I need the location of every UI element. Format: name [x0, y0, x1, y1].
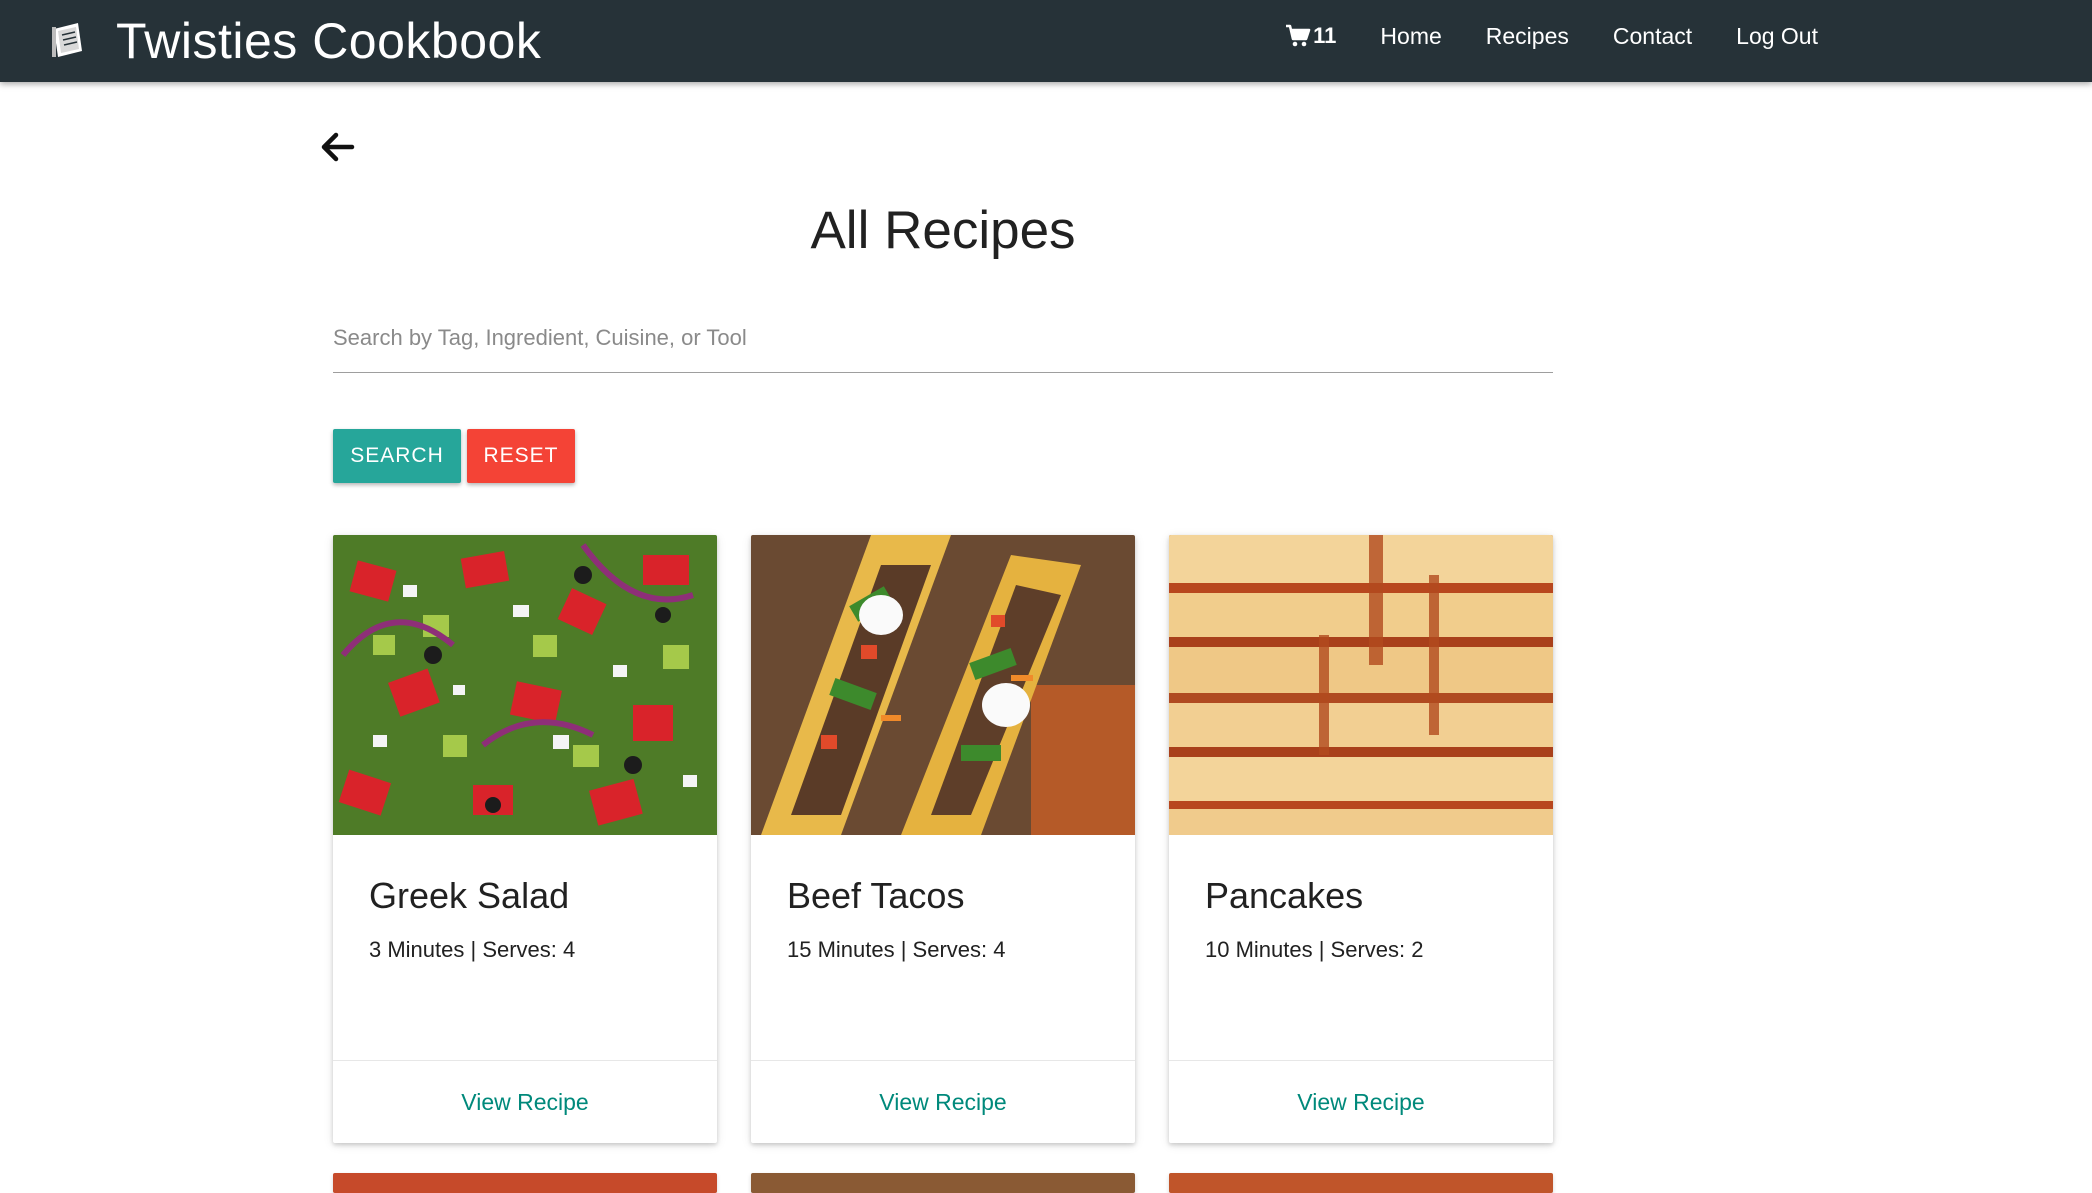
recipe-card-greek-salad: Greek Salad 3 Minutes | Serves: 4 View R…: [333, 535, 717, 1143]
recipe-title: Pancakes: [1205, 875, 1364, 916]
cart-count: 11: [1313, 23, 1337, 48]
cookbook-icon: [52, 23, 82, 57]
cart-button[interactable]: 11: [1285, 23, 1336, 49]
card-action: View Recipe: [751, 1060, 1135, 1143]
recipe-meta: 10 Minutes | Serves: 2: [1205, 937, 1424, 962]
card-action: View Recipe: [333, 1060, 717, 1143]
recipe-title: Beef Tacos: [787, 875, 965, 916]
page-title: All Recipes: [810, 201, 1076, 260]
recipe-card-beef-tacos: Beef Tacos 15 Minutes | Serves: 4 View R…: [751, 535, 1135, 1143]
brand[interactable]: Twisties Cookbook: [48, 8, 541, 74]
recipe-image: [751, 535, 1135, 835]
nav-link-contact[interactable]: Contact: [1613, 23, 1692, 50]
recipe-image: [333, 535, 717, 835]
nav-link-home[interactable]: Home: [1380, 23, 1441, 50]
search-button[interactable]: SEARCH: [333, 429, 461, 483]
nav-link-recipes[interactable]: Recipes: [1486, 23, 1569, 50]
reset-button[interactable]: RESET: [467, 429, 575, 483]
search-input[interactable]: [333, 316, 1553, 360]
recipe-title: Greek Salad: [369, 875, 570, 916]
nav-menu: 11 Home Recipes Contact Log Out: [1285, 0, 1818, 72]
recipe-meta: 15 Minutes | Serves: 4: [787, 937, 1006, 962]
recipe-meta: 3 Minutes | Serves: 4: [369, 937, 576, 962]
card-content: Greek Salad 3 Minutes | Serves: 4: [369, 875, 575, 963]
recipe-card-peek: [1169, 1173, 1553, 1193]
recipe-image: [1169, 535, 1553, 835]
card-content: Pancakes 10 Minutes | Serves: 2: [1205, 875, 1424, 963]
card-action: View Recipe: [1169, 1060, 1553, 1143]
brand-title: Twisties Cookbook: [116, 13, 542, 69]
view-recipe-link[interactable]: View Recipe: [879, 1089, 1006, 1116]
arrow-left-icon[interactable]: [318, 130, 358, 164]
view-recipe-link[interactable]: View Recipe: [461, 1089, 588, 1116]
recipe-card-peek: [751, 1173, 1135, 1193]
recipe-card-peek: [333, 1173, 717, 1193]
search-field: [333, 316, 1553, 373]
recipe-card-pancakes: Pancakes 10 Minutes | Serves: 2 View Rec…: [1169, 535, 1553, 1143]
view-recipe-link[interactable]: View Recipe: [1297, 1089, 1424, 1116]
navbar: Twisties Cookbook 11 Home Recipes Contac…: [0, 0, 2092, 82]
nav-link-logout[interactable]: Log Out: [1736, 23, 1818, 50]
card-content: Beef Tacos 15 Minutes | Serves: 4: [787, 875, 1006, 963]
cart-icon: [1286, 24, 1311, 47]
